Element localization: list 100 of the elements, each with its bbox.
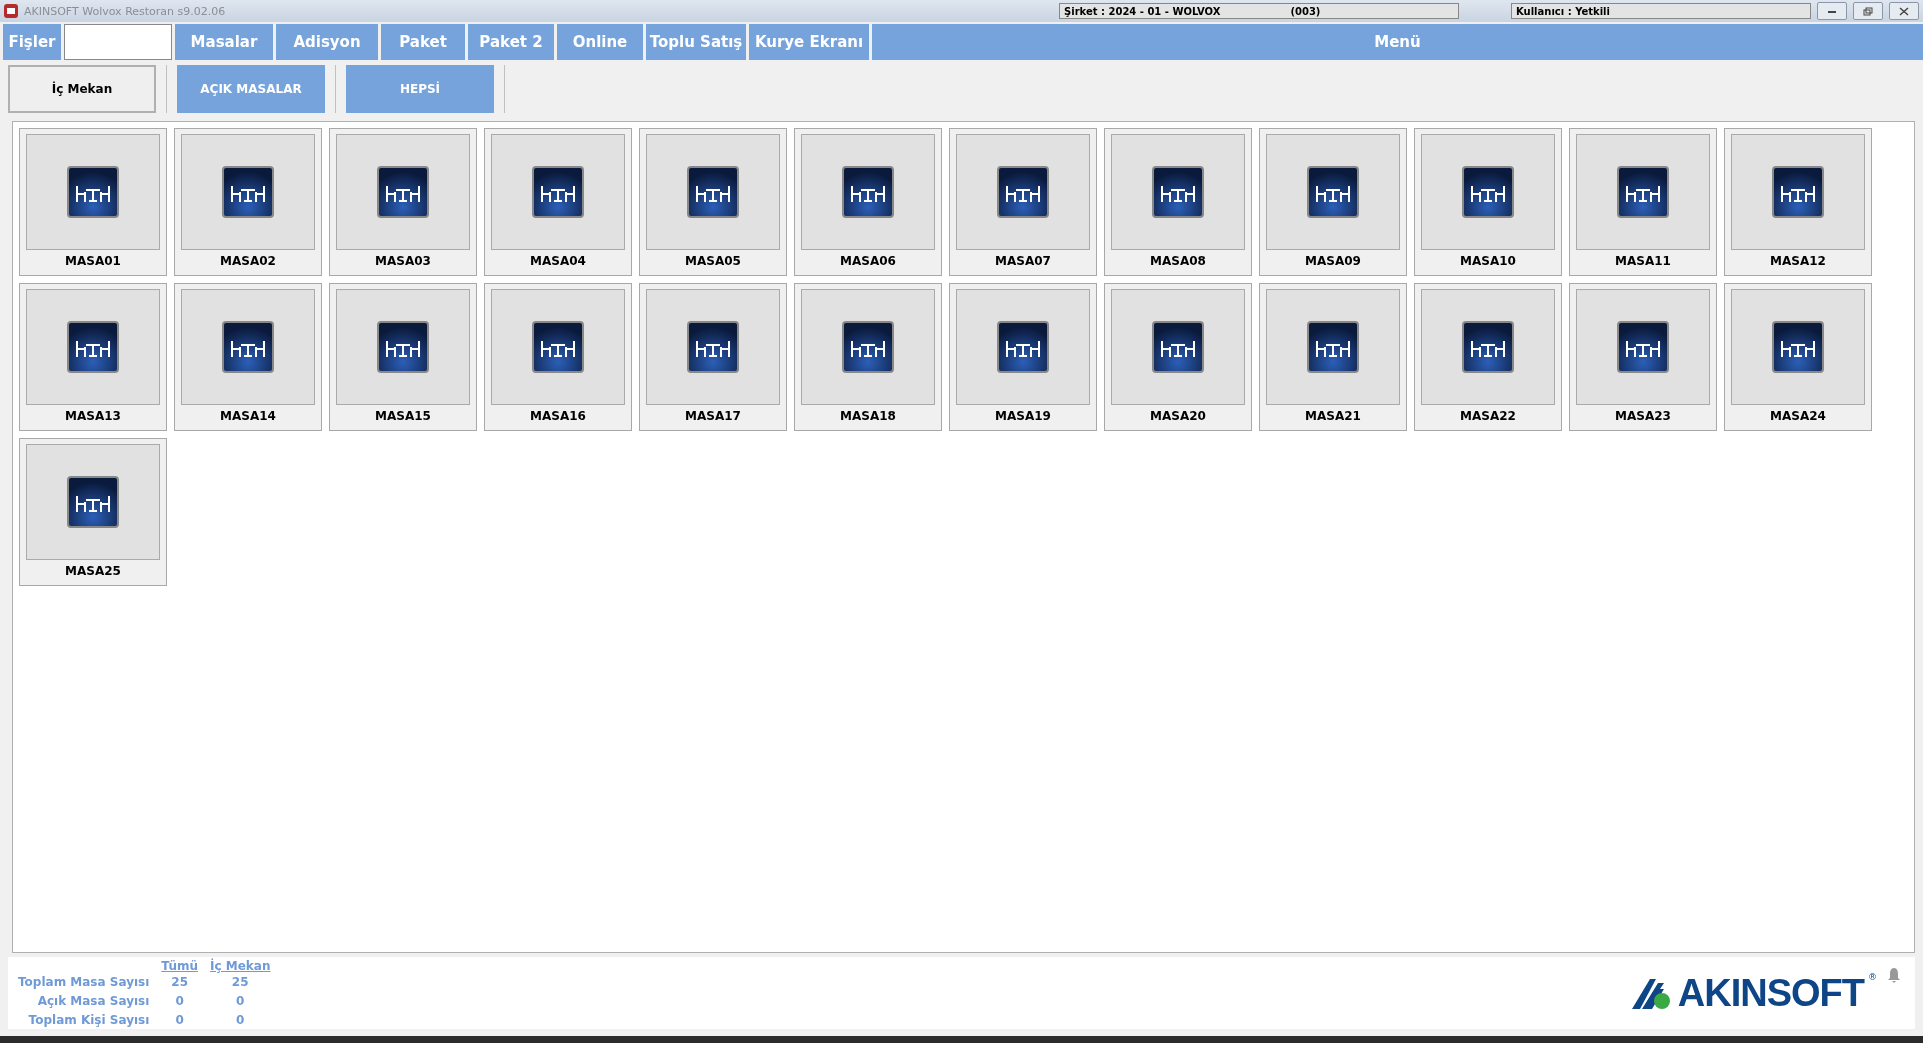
row-label: Toplam Masa Sayısı	[17, 974, 151, 992]
table-chairs-icon	[67, 321, 119, 373]
table-chairs-icon	[532, 321, 584, 373]
table-name: MASA24	[1770, 409, 1826, 423]
table-chairs-icon	[377, 321, 429, 373]
table-name: MASA04	[530, 254, 586, 268]
minimize-button[interactable]	[1817, 2, 1847, 20]
restore-icon	[1863, 6, 1873, 16]
table-name: MASA06	[840, 254, 896, 268]
table-name: MASA15	[375, 409, 431, 423]
table-chairs-icon	[1617, 166, 1669, 218]
table-name: MASA13	[65, 409, 121, 423]
user-text: Kullanıcı : Yetkili	[1516, 5, 1610, 17]
table-tile[interactable]: MASA01	[19, 128, 167, 276]
table-tile[interactable]: MASA09	[1259, 128, 1407, 276]
table-tile[interactable]: MASA02	[174, 128, 322, 276]
table-tile[interactable]: MASA04	[484, 128, 632, 276]
table-name: MASA01	[65, 254, 121, 268]
table-tile[interactable]: MASA10	[1414, 128, 1562, 276]
table-tile[interactable]: MASA23	[1569, 283, 1717, 431]
table-tile[interactable]: MASA12	[1724, 128, 1872, 276]
registered-mark: ®	[1868, 972, 1877, 982]
table-tile[interactable]: MASA03	[329, 128, 477, 276]
table-name: MASA19	[995, 409, 1051, 423]
table-chairs-icon	[1307, 166, 1359, 218]
table-chairs-icon	[1152, 321, 1204, 373]
table-chairs-icon	[1617, 321, 1669, 373]
table-chairs-icon	[842, 166, 894, 218]
table-chairs-icon	[222, 166, 274, 218]
table-name: MASA07	[995, 254, 1051, 268]
table-chairs-icon	[377, 166, 429, 218]
table-tile[interactable]: MASA17	[639, 283, 787, 431]
count-value: 0	[174, 993, 185, 1010]
table-chairs-icon	[842, 321, 894, 373]
table-chairs-icon	[1462, 321, 1514, 373]
table-name: MASA23	[1615, 409, 1671, 423]
table-chairs-icon	[687, 321, 739, 373]
logo-text: AKINSOFT	[1677, 972, 1864, 1015]
company-code: (003)	[1290, 5, 1321, 17]
table-name: MASA09	[1305, 254, 1361, 268]
window-title: AKINSOFT Wolvox Restoran s9.02.06	[24, 4, 227, 18]
area-tab[interactable]: İç Mekan	[8, 65, 156, 113]
table-chairs-icon	[1772, 166, 1824, 218]
count-value: 25	[170, 974, 189, 992]
count-value: 0	[235, 993, 246, 1010]
table-tile[interactable]: MASA24	[1724, 283, 1872, 431]
table-tile[interactable]: MASA14	[174, 283, 322, 431]
table-tile[interactable]: MASA06	[794, 128, 942, 276]
table-name: MASA03	[375, 254, 431, 268]
restore-button[interactable]	[1853, 2, 1883, 20]
table-name: MASA12	[1770, 254, 1826, 268]
table-tile[interactable]: MASA05	[639, 128, 787, 276]
table-tile[interactable]: MASA22	[1414, 283, 1562, 431]
table-tile[interactable]: MASA07	[949, 128, 1097, 276]
table-name: MASA16	[530, 409, 586, 423]
table-name: MASA14	[220, 409, 276, 423]
row-label: Toplam Kişi Sayısı	[27, 1011, 151, 1029]
count-value: 25	[204, 973, 277, 992]
table-name: MASA11	[1615, 254, 1671, 268]
table-name: MASA18	[840, 409, 896, 423]
table-chairs-icon	[687, 166, 739, 218]
table-name: MASA08	[1150, 254, 1206, 268]
table-chairs-icon	[67, 166, 119, 218]
table-chairs-icon	[1152, 166, 1204, 218]
company-text: Şirket : 2024 - 01 - WOLVOX	[1064, 5, 1221, 17]
table-tile[interactable]: MASA19	[949, 283, 1097, 431]
row-label: Açık Masa Sayısı	[36, 993, 151, 1010]
close-button[interactable]	[1889, 2, 1919, 20]
table-name: MASA25	[65, 564, 121, 578]
close-icon	[1899, 6, 1909, 16]
table-name: MASA17	[685, 409, 741, 423]
table-chairs-icon	[997, 321, 1049, 373]
table-chairs-icon	[997, 166, 1049, 218]
table-name: MASA22	[1460, 409, 1516, 423]
search-field[interactable]	[64, 24, 172, 60]
table-name: MASA20	[1150, 409, 1206, 423]
table-name: MASA10	[1460, 254, 1516, 268]
table-tile[interactable]: MASA20	[1104, 283, 1252, 431]
table-tile[interactable]: MASA18	[794, 283, 942, 431]
count-value: 0	[235, 1011, 246, 1029]
bell-icon[interactable]	[1887, 967, 1901, 983]
table-name: MASA05	[685, 254, 741, 268]
table-chairs-icon	[67, 476, 119, 528]
table-tile[interactable]: MASA13	[19, 283, 167, 431]
table-chairs-icon	[532, 166, 584, 218]
table-chairs-icon	[1462, 166, 1514, 218]
table-name: MASA02	[220, 254, 276, 268]
table-chairs-icon	[1307, 321, 1359, 373]
table-tile[interactable]: MASA16	[484, 283, 632, 431]
table-tile[interactable]: MASA21	[1259, 283, 1407, 431]
count-value: 0	[174, 1011, 185, 1029]
table-tile[interactable]: MASA11	[1569, 128, 1717, 276]
table-tile[interactable]: MASA15	[329, 283, 477, 431]
table-chairs-icon	[222, 321, 274, 373]
table-tile[interactable]: MASA08	[1104, 128, 1252, 276]
app-icon	[4, 4, 18, 18]
table-tile[interactable]: MASA25	[19, 438, 167, 586]
minimize-icon	[1827, 8, 1837, 14]
table-name: MASA21	[1305, 409, 1361, 423]
table-chairs-icon	[1772, 321, 1824, 373]
